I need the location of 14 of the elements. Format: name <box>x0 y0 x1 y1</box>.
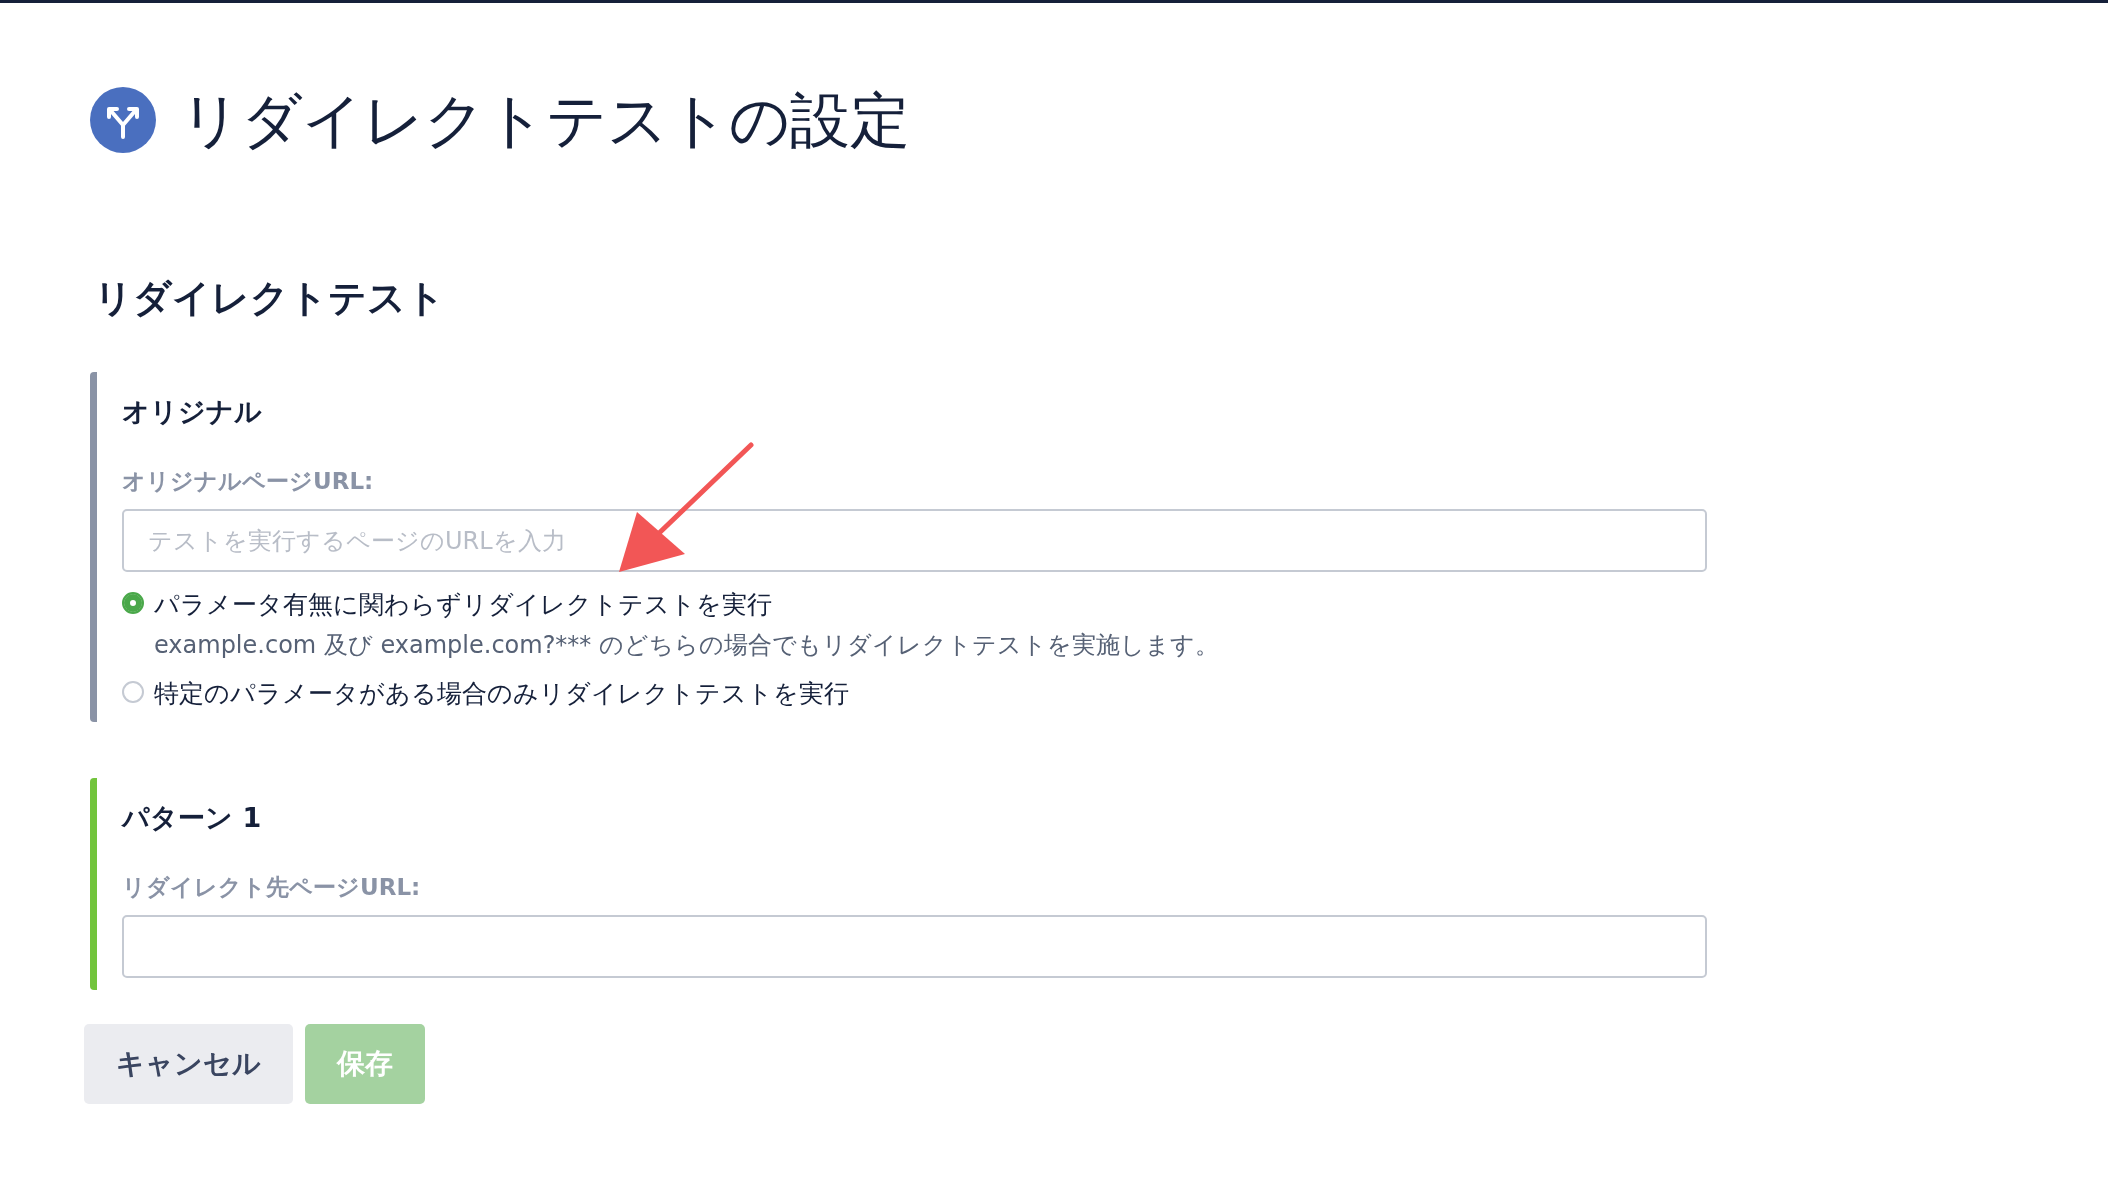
radio-label[interactable]: 特定のパラメータがある場合のみリダイレクトテストを実行 <box>154 677 849 710</box>
url-input-field[interactable]: テストを実行するページのURLを入力 <box>122 509 1707 572</box>
radio-button[interactable] <box>122 592 144 614</box>
block-heading: パターン 1 <box>122 801 263 835</box>
field-label: リダイレクト先ページURL: <box>122 873 422 902</box>
section-title: リダイレクトテスト <box>94 275 446 322</box>
cancel-button[interactable]: キャンセル <box>84 1024 293 1104</box>
url-input-field[interactable] <box>122 915 1707 978</box>
radio-label[interactable]: パラメータ有無に関わらずリダイレクトテストを実行 <box>154 588 1219 621</box>
radio-button[interactable] <box>122 681 144 703</box>
block-heading: オリジナル <box>122 395 263 429</box>
field-label: オリジナルページURL: <box>122 467 375 496</box>
page-title: リダイレクトテストの設定 <box>180 90 910 150</box>
option-description: example.com 及び example.com?*** のどちらの場合でもリダイレクトテストを実施します。 <box>154 630 1219 661</box>
